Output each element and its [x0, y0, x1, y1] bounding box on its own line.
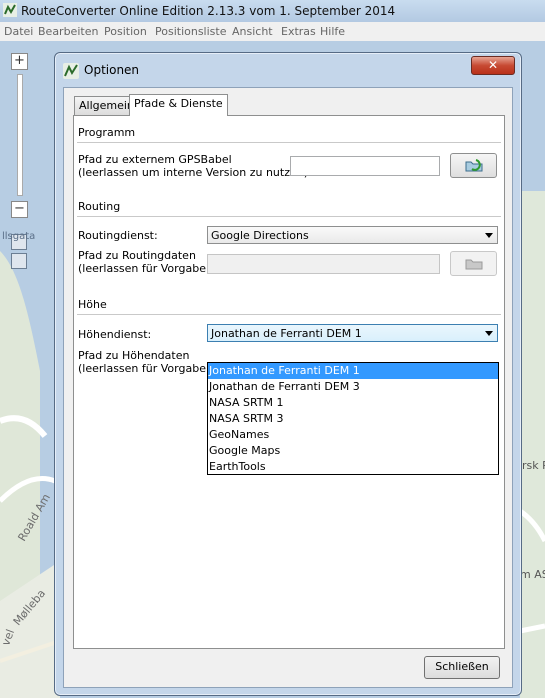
section-heading-programm: Programm: [78, 126, 136, 139]
routing-path-hint: (leerlassen für Vorgabe):: [78, 262, 214, 275]
map-label: m AS: [520, 568, 545, 581]
app-title-bar: RouteConverter Online Edition 2.13.3 vom…: [0, 0, 545, 23]
dropdown-option-dem1[interactable]: Jonathan de Ferranti DEM 1: [208, 363, 498, 379]
menu-positionsliste[interactable]: Positionsliste: [155, 25, 226, 38]
dropdown-option-dem3[interactable]: Jonathan de Ferranti DEM 3: [208, 379, 498, 395]
gpsbabel-path-input[interactable]: [290, 156, 440, 176]
elevation-service-label: Höhendienst:: [78, 328, 152, 341]
dropdown-option-earthtools[interactable]: EarthTools: [208, 459, 498, 475]
menu-bar: Datei Bearbeiten Position Positionsliste…: [0, 22, 545, 42]
elevation-service-value: Jonathan de Ferranti DEM 1: [211, 327, 362, 340]
folder-open-icon: [465, 259, 483, 270]
gpsbabel-path-hint: (leerlassen um interne Version zu nutzen…: [78, 166, 312, 179]
menu-bearbeiten[interactable]: Bearbeiten: [38, 25, 98, 38]
map-label: rsk R: [522, 459, 545, 472]
dropdown-option-srtm1[interactable]: NASA SRTM 1: [208, 395, 498, 411]
zoom-in-button[interactable]: +: [11, 53, 28, 70]
zoom-list-icon[interactable]: [11, 253, 27, 269]
elevation-service-dropdown: Jonathan de Ferranti DEM 1 Jonathan de F…: [207, 362, 499, 475]
zoom-slider-track[interactable]: [17, 74, 23, 196]
dropdown-option-srtm3[interactable]: NASA SRTM 3: [208, 411, 498, 427]
menu-position[interactable]: Position: [104, 25, 147, 38]
close-window-button[interactable]: ✕: [471, 56, 515, 75]
routing-path-input[interactable]: [207, 254, 440, 274]
routing-service-label: Routingdienst:: [78, 229, 158, 242]
app-title: RouteConverter Online Edition 2.13.3 vom…: [21, 4, 396, 18]
options-dialog: Optionen ✕ Allgemein Pfade & Dienste Pro…: [54, 52, 522, 696]
divider: [77, 142, 501, 143]
menu-extras[interactable]: Extras: [281, 25, 316, 38]
routing-path-label: Pfad zu Routingdaten: [78, 249, 196, 262]
dialog-title: Optionen: [84, 63, 140, 77]
elevation-path-label: Pfad zu Höhendaten: [78, 349, 190, 362]
dropdown-option-google-maps[interactable]: Google Maps: [208, 443, 498, 459]
routing-service-value: Google Directions: [211, 229, 309, 242]
map-label: llsgata: [2, 231, 36, 242]
gpsbabel-browse-button[interactable]: [450, 153, 497, 178]
routing-browse-button[interactable]: [450, 251, 497, 276]
dropdown-option-geonames[interactable]: GeoNames: [208, 427, 498, 443]
section-heading-hoehe: Höhe: [78, 298, 107, 311]
close-icon: ✕: [487, 58, 499, 72]
routeconverter-logo-icon: [63, 63, 79, 79]
menu-ansicht[interactable]: Ansicht: [232, 25, 273, 38]
menu-hilfe[interactable]: Hilfe: [320, 25, 345, 38]
elevation-path-hint: (leerlassen für Vorgabe):: [78, 362, 214, 375]
tab-pfade-dienste[interactable]: Pfade & Dienste: [129, 94, 228, 116]
divider: [77, 314, 501, 315]
elevation-service-select[interactable]: Jonathan de Ferranti DEM 1: [207, 324, 498, 342]
chevron-down-icon: [485, 331, 493, 336]
routing-service-select[interactable]: Google Directions: [207, 226, 498, 244]
routeconverter-logo-icon: [3, 3, 17, 17]
chevron-down-icon: [485, 233, 493, 238]
gpsbabel-path-label: Pfad zu externem GPSBabel: [78, 153, 232, 166]
zoom-out-button[interactable]: −: [11, 201, 28, 218]
divider: [77, 216, 501, 217]
menu-datei[interactable]: Datei: [4, 25, 33, 38]
folder-open-icon: [465, 159, 483, 172]
section-heading-routing: Routing: [78, 200, 121, 213]
schliessen-button[interactable]: Schließen: [424, 656, 500, 679]
